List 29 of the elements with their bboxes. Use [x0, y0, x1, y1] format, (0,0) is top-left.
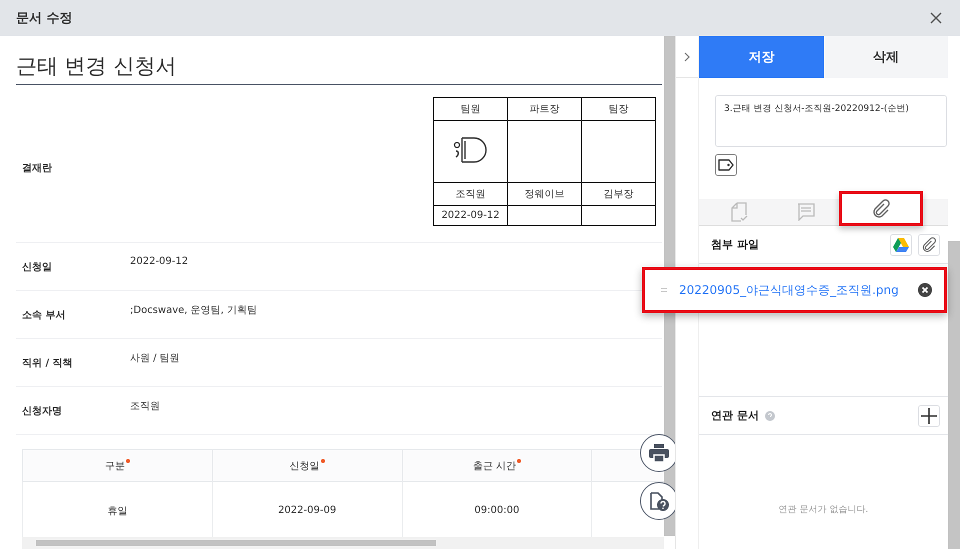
file-link[interactable]: 20220905_야근식대영수증_조직원.png: [679, 282, 899, 298]
field-value: 사원 / 팀원: [130, 352, 180, 364]
field-value: 조직원: [130, 400, 160, 412]
empty-message: 연관 문서가 없습니다.: [778, 504, 870, 516]
attachment-item[interactable]: 20220905_야근식대영수증_조직원.png: [642, 267, 947, 313]
column-header: 신청일: [290, 460, 320, 472]
column-header: 출근 시간: [472, 460, 516, 472]
save-button[interactable]: 저장: [699, 36, 824, 78]
table-cell: 2022-09-12: [434, 206, 508, 226]
table-cell: 파트장: [508, 98, 582, 120]
column-header: 구분: [104, 460, 125, 472]
field-value: 2022-09-12: [130, 256, 188, 267]
table-cell: 김부장: [582, 182, 656, 206]
field-label: 소속 부서: [22, 308, 66, 322]
document-title: 근태 변경 신청서: [16, 52, 662, 85]
table-cell: 정웨이브: [508, 182, 582, 206]
field-label: 신청일: [22, 260, 53, 274]
section-title: 연관 문서: [711, 408, 759, 423]
window-title: 문서 수정: [16, 10, 73, 27]
table-cell: 팀원: [434, 98, 508, 120]
table-cell: 조직원: [434, 182, 508, 206]
document-name-field[interactable]: 3.근태 변경 신청서-조직원-20220912-(순번): [715, 95, 947, 147]
delete-button[interactable]: 삭제: [824, 36, 948, 78]
table-cell: 팀장: [582, 98, 656, 120]
field-label: 신청자명: [22, 404, 63, 418]
section-title: 첨부 파일: [711, 237, 759, 252]
field-label: 결재란: [22, 162, 53, 175]
field-label: 직위 / 직책: [22, 356, 74, 370]
field-value: ;Docswave, 운영팀, 기획팀: [130, 304, 257, 316]
